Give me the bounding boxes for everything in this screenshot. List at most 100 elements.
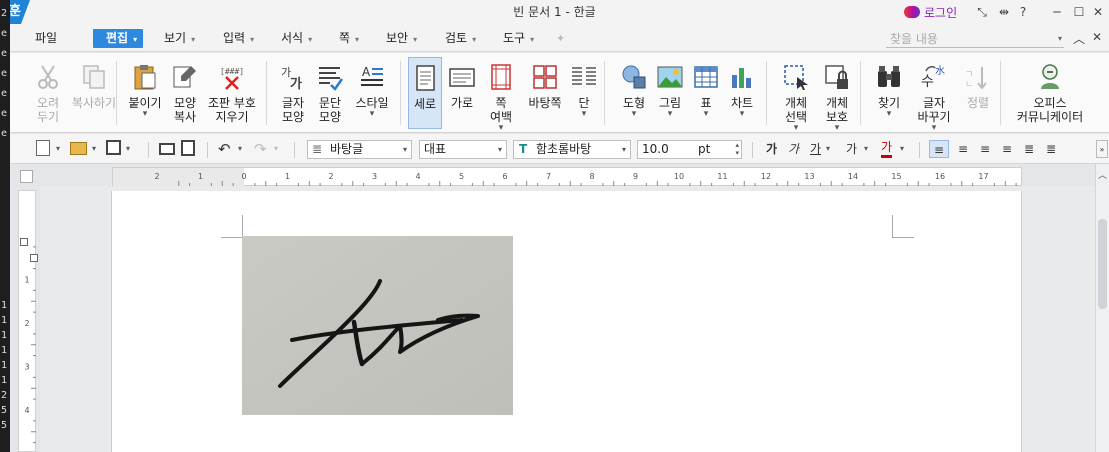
menu-security[interactable]: 보안 ▾ bbox=[382, 29, 421, 48]
community-button[interactable]: 오피스 커뮤니케이터 bbox=[1010, 57, 1090, 129]
signature-image[interactable] bbox=[242, 236, 513, 415]
column-icon bbox=[570, 63, 598, 91]
menu-format[interactable]: 서식 ▾ bbox=[277, 29, 316, 48]
chevron-down-icon[interactable]: ▾ bbox=[616, 110, 652, 119]
portrait-button[interactable]: 세로 bbox=[408, 57, 442, 129]
help-icon[interactable]: ? bbox=[1016, 5, 1030, 19]
menu-insert[interactable]: 입력 ▾ bbox=[219, 29, 258, 48]
table-button[interactable]: 표 ▾ bbox=[688, 57, 724, 129]
font-color-icon[interactable]: 가 bbox=[881, 140, 893, 158]
restore-icon[interactable]: ⤡ bbox=[975, 5, 989, 19]
menu-page[interactable]: 쪽 ▾ bbox=[335, 29, 363, 48]
menu-tools[interactable]: 도구 ▾ bbox=[499, 29, 538, 48]
indent-marker-bottom[interactable] bbox=[30, 254, 38, 262]
toolbar-expand-icon[interactable]: » bbox=[1096, 140, 1108, 158]
para-shape-button[interactable]: 문단 모양 bbox=[312, 57, 348, 129]
format-copy-button[interactable]: 모양 복사 bbox=[166, 57, 204, 129]
chevron-down-icon[interactable]: ▾ bbox=[566, 110, 602, 119]
font-icon: T bbox=[519, 142, 528, 156]
vertical-scrollbar[interactable]: ︿ bbox=[1095, 164, 1109, 452]
menu-view[interactable]: 보기 ▾ bbox=[160, 29, 199, 48]
chevron-down-icon[interactable]: ▾ bbox=[724, 110, 760, 119]
scroll-up-icon[interactable]: ︿ bbox=[1098, 168, 1107, 181]
underline-icon[interactable]: 가 bbox=[810, 140, 821, 158]
horizontal-ruler[interactable]: 210123456789101112131415161718 bbox=[112, 167, 1023, 187]
chevron-down-icon[interactable]: ▾ bbox=[126, 140, 130, 158]
align-right-icon[interactable]: ≡ bbox=[999, 140, 1015, 158]
chevron-down-icon[interactable]: ▾ bbox=[864, 140, 868, 158]
maximize-icon[interactable]: ☐ bbox=[1072, 5, 1086, 19]
chevron-down-icon[interactable]: ▾ bbox=[482, 124, 520, 133]
search-input[interactable]: 찾을 내용 ▾ bbox=[886, 30, 1064, 48]
obj-protect-button[interactable]: 개체 보호 ▾ bbox=[816, 57, 858, 133]
align-center-icon[interactable]: ≡ bbox=[977, 140, 993, 158]
open-folder-icon[interactable] bbox=[70, 142, 87, 155]
italic-icon[interactable]: 가 bbox=[788, 140, 799, 158]
language-select[interactable]: 대표 ▾ bbox=[419, 140, 507, 159]
font-select[interactable]: T 함초롬바탕 ▾ bbox=[513, 140, 631, 159]
chevron-down-icon[interactable]: ▾ bbox=[868, 110, 910, 119]
chevron-down-icon[interactable]: ▾ bbox=[348, 110, 396, 119]
style-select[interactable]: ≣ 바탕글 ▾ bbox=[307, 140, 412, 159]
vertical-ruler[interactable]: 1 2 3 4 bbox=[18, 190, 36, 452]
landscape-button[interactable]: 가로 bbox=[444, 57, 480, 129]
obj-select-button[interactable]: 개체 선택 ▾ bbox=[776, 57, 816, 133]
scrollbar-thumb[interactable] bbox=[1098, 219, 1107, 309]
font-size-input[interactable]: 10.0 pt ▴ ▾ bbox=[637, 140, 742, 159]
ruler-corner-button[interactable] bbox=[20, 170, 33, 183]
indent-marker-top[interactable] bbox=[20, 238, 28, 246]
chevron-down-icon[interactable]: ▾ bbox=[900, 140, 904, 158]
paste-button[interactable]: 붙이기 ▾ bbox=[124, 57, 166, 129]
close-doc-icon[interactable]: ✕ bbox=[1092, 30, 1102, 44]
chevron-down-icon[interactable]: ▾ bbox=[56, 140, 60, 158]
page-bg-button[interactable]: 바탕쪽 bbox=[524, 57, 566, 129]
new-doc-icon[interactable] bbox=[36, 140, 50, 156]
save-icon[interactable] bbox=[106, 140, 121, 155]
split-icon[interactable]: ⇹ bbox=[997, 5, 1011, 19]
menu-review[interactable]: 검토 ▾ bbox=[441, 29, 480, 48]
chevron-down-icon[interactable]: ▾ bbox=[238, 140, 242, 158]
close-icon[interactable]: ✕ bbox=[1091, 5, 1105, 19]
chevron-down-icon[interactable]: ▾ bbox=[124, 110, 166, 119]
replace-button[interactable]: 수 水 글자 바꾸기 ▾ bbox=[910, 57, 958, 133]
margin-button[interactable]: 쪽 여백 ▾ bbox=[482, 57, 520, 133]
collapse-ribbon-icon[interactable]: ︿ bbox=[1073, 30, 1085, 47]
print-icon[interactable] bbox=[159, 143, 175, 155]
strikethrough-icon[interactable]: 가 bbox=[846, 140, 857, 158]
menu-file[interactable]: 파일 bbox=[31, 29, 61, 48]
page-bg-label: 바탕쪽 bbox=[528, 96, 562, 110]
chevron-down-icon[interactable]: ▾ bbox=[92, 140, 96, 158]
chevron-down-icon[interactable]: ▾ bbox=[776, 124, 816, 133]
size-stepper-icon[interactable]: ▴ ▾ bbox=[735, 141, 739, 157]
extension-icon[interactable]: ✦ bbox=[556, 32, 570, 45]
align-left-icon[interactable]: ≡ bbox=[955, 140, 971, 158]
style-button[interactable]: A 스타일 ▾ bbox=[348, 57, 396, 129]
menu-edit[interactable]: 편집 ▾ bbox=[93, 29, 144, 48]
undo-icon[interactable]: ↶ bbox=[218, 140, 231, 158]
chevron-down-icon[interactable]: ▾ bbox=[816, 124, 858, 133]
picture-icon bbox=[656, 63, 684, 91]
chevron-down-icon[interactable]: ▾ bbox=[688, 110, 724, 119]
clear-field-button[interactable]: [###] 조판 부호 지우기 bbox=[204, 57, 260, 129]
print-preview-icon[interactable] bbox=[181, 140, 195, 156]
chevron-down-icon[interactable]: ▾ bbox=[652, 110, 688, 119]
find-button[interactable]: 찾기 ▾ bbox=[868, 57, 910, 129]
align-divide-icon[interactable]: ≣ bbox=[1043, 140, 1059, 158]
shape-button[interactable]: 도형 ▾ bbox=[616, 57, 652, 129]
bold-icon[interactable]: 가 bbox=[766, 140, 777, 158]
ribbon: 오려 두기 복사하기 붙이기 ▾ 모양 복사 [###] 조판 부호 지우기 가 가 글자 모양 문… bbox=[0, 53, 1109, 133]
chevron-down-icon[interactable]: ▾ bbox=[826, 140, 830, 158]
menu-label: 서식 bbox=[281, 31, 304, 45]
sort-label: 정렬 bbox=[966, 96, 990, 110]
strip-char: e bbox=[1, 68, 8, 79]
minimize-icon[interactable]: ─ bbox=[1050, 5, 1064, 19]
align-distribute-icon[interactable]: ≣ bbox=[1021, 140, 1037, 158]
align-justify-icon[interactable]: ≡ bbox=[929, 140, 949, 158]
column-button[interactable]: 단 ▾ bbox=[566, 57, 602, 129]
chart-button[interactable]: 차트 ▾ bbox=[724, 57, 760, 129]
login-button[interactable]: 로그인 bbox=[904, 4, 957, 20]
document-page[interactable] bbox=[111, 191, 1022, 452]
picture-button[interactable]: 그림 ▾ bbox=[652, 57, 688, 129]
chevron-down-icon[interactable]: ▾ bbox=[910, 124, 958, 133]
char-shape-button[interactable]: 가 가 글자 모양 bbox=[274, 57, 312, 129]
